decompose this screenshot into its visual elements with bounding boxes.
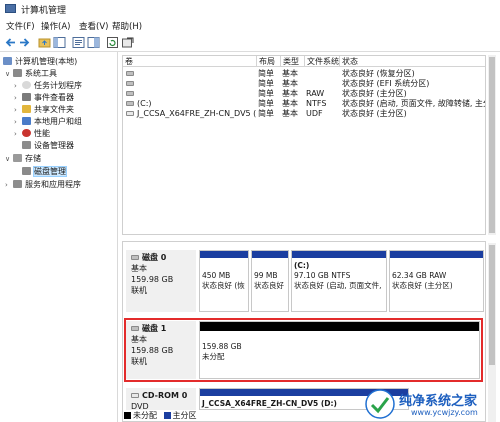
menu-help[interactable]: 帮助(H) xyxy=(112,20,142,32)
show-hide-tree-icon[interactable] xyxy=(53,36,66,49)
tree-shared-folders[interactable]: › 共享文件夹 xyxy=(14,104,74,116)
export-icon[interactable] xyxy=(121,36,134,49)
navigation-tree: 计算机管理(本地) ∨ 系统工具 › 任务计划程序 › 事件查看器 › 共享文件夹 › 本… xyxy=(0,52,118,422)
menu-action[interactable]: 操作(A) xyxy=(41,20,70,32)
column-header-status[interactable]: 状态 xyxy=(340,56,485,67)
event-viewer-icon xyxy=(22,93,31,101)
menu-bar: 文件(F) 操作(A) 查看(V) 帮助(H) xyxy=(0,18,500,33)
watermark-logo-icon xyxy=(365,389,395,419)
expand-arrow-icon[interactable]: › xyxy=(14,94,22,102)
storage-icon xyxy=(13,154,22,162)
tools-icon xyxy=(13,69,22,77)
up-folder-icon[interactable] xyxy=(38,36,51,49)
help-icon[interactable] xyxy=(87,36,100,49)
cdrom-0-label[interactable]: CD-ROM 0 DVD xyxy=(126,388,196,411)
title-bar: 计算机管理 xyxy=(0,0,500,18)
partition-raw[interactable]: 62.34 GB RAW 状态良好 (主分区) xyxy=(389,250,484,312)
expand-arrow-icon[interactable]: › xyxy=(14,118,22,126)
tree-device-manager[interactable]: 设备管理器 xyxy=(22,140,74,152)
partition-efi[interactable]: 99 MB 状态良好 xyxy=(251,250,289,312)
expand-arrow-icon[interactable]: › xyxy=(14,82,22,90)
tree-disk-management[interactable]: 磁盘管理 xyxy=(22,166,67,178)
unallocated-swatch xyxy=(124,412,131,419)
refresh-icon[interactable] xyxy=(106,36,119,49)
window-title: 计算机管理 xyxy=(21,6,67,16)
disk-1-label[interactable]: 磁盘 1 基本 159.88 GB 联机 xyxy=(126,321,196,379)
partition-c-drive[interactable]: (C:) 97.10 GB NTFS 状态良好 (启动, 页面文件, xyxy=(291,250,387,312)
collapse-arrow-icon[interactable]: ∨ xyxy=(5,70,13,78)
drive-icon xyxy=(126,81,134,86)
column-header-filesystem[interactable]: 文件系统 xyxy=(305,56,340,67)
clock-icon xyxy=(22,81,31,89)
tree-storage[interactable]: ∨ 存储 xyxy=(5,153,41,165)
drive-icon xyxy=(126,71,134,76)
toolbar xyxy=(0,33,500,52)
forward-arrow-icon[interactable] xyxy=(18,36,31,49)
menu-file[interactable]: 文件(F) xyxy=(6,20,35,32)
dvd-drive-icon xyxy=(126,111,134,116)
scrollbar-thumb[interactable] xyxy=(489,57,495,233)
computer-icon xyxy=(3,57,12,65)
tree-event-viewer[interactable]: › 事件查看器 xyxy=(14,92,74,104)
column-header-type[interactable]: 类型 xyxy=(281,56,305,67)
services-icon xyxy=(13,180,22,188)
watermark-title: 纯净系统之家 xyxy=(399,394,478,409)
volume-list: 卷 布局 类型 文件系统 状态 简单 基本 状态良好 (恢复分区) 简单 基本 … xyxy=(122,55,486,235)
collapse-arrow-icon[interactable]: ∨ xyxy=(5,155,13,163)
partition-recovery[interactable]: 450 MB 状态良好 (恢 xyxy=(199,250,249,312)
drive-icon xyxy=(126,91,134,96)
volume-list-scrollbar[interactable] xyxy=(488,55,496,235)
properties-icon[interactable] xyxy=(72,36,85,49)
disk-management-icon xyxy=(22,167,31,175)
partition-unallocated[interactable]: 159.88 GB 未分配 xyxy=(199,321,480,379)
menu-view[interactable]: 查看(V) xyxy=(79,20,108,32)
scrollbar-thumb[interactable] xyxy=(489,245,495,365)
expand-arrow-icon[interactable]: › xyxy=(14,106,22,114)
expand-arrow-icon[interactable]: › xyxy=(5,181,13,189)
column-header-layout[interactable]: 布局 xyxy=(257,56,281,67)
drive-icon xyxy=(126,101,134,106)
tree-root-computer-management[interactable]: 计算机管理(本地) xyxy=(3,56,77,68)
primary-swatch xyxy=(163,412,171,419)
watermark: 纯净系统之家 www.ycwjzy.com xyxy=(363,387,495,422)
tree-services-apps[interactable]: › 服务和应用程序 xyxy=(5,179,81,191)
tree-local-users[interactable]: › 本地用户和组 xyxy=(14,116,82,128)
tree-performance[interactable]: › 性能 xyxy=(14,128,50,140)
users-icon xyxy=(22,117,31,125)
watermark-url: www.ycwjzy.com xyxy=(411,408,478,417)
disk-icon xyxy=(131,255,139,260)
expand-arrow-icon[interactable]: › xyxy=(14,130,22,138)
disk-icon xyxy=(131,326,139,331)
column-header-volume[interactable]: 卷 xyxy=(123,56,257,67)
performance-icon xyxy=(22,129,31,137)
tree-system-tools[interactable]: ∨ 系统工具 xyxy=(5,68,57,80)
computer-management-icon xyxy=(5,4,16,13)
dvd-drive-icon xyxy=(131,393,139,398)
device-manager-icon xyxy=(22,141,31,149)
disk-0-label[interactable]: 磁盘 0 基本 159.98 GB 联机 xyxy=(126,250,196,312)
tree-task-scheduler[interactable]: › 任务计划程序 xyxy=(14,80,82,92)
shared-folder-icon xyxy=(22,105,31,113)
back-arrow-icon[interactable] xyxy=(4,36,17,49)
